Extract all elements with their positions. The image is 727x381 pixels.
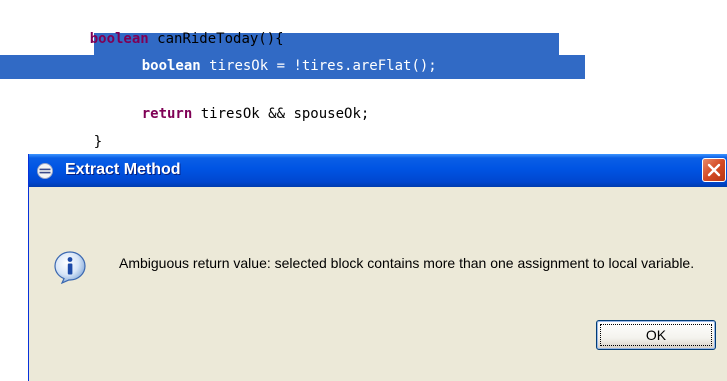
extract-method-dialog: Extract Method Ambiguous return value: s… xyxy=(28,154,727,381)
dialog-title: Extract Method xyxy=(65,161,181,178)
code-line-selected: boolean tiresOk = !tires.areFlat(); xyxy=(108,33,437,74)
code-text: } xyxy=(93,134,103,150)
code-line: return tiresOk && spouseOk; xyxy=(108,81,370,122)
info-icon xyxy=(53,250,87,285)
code-line: } xyxy=(60,109,102,150)
code-line: boolean canRideToday(){ xyxy=(56,6,284,47)
close-button[interactable] xyxy=(702,158,726,182)
code-keyword: return xyxy=(141,106,193,122)
code-line-selected: boolean spouseOk = !spouse.isUpset(); xyxy=(108,56,454,97)
dialog-message: Ambiguous return value: selected block c… xyxy=(119,255,695,271)
dialog-titlebar[interactable]: Extract Method xyxy=(29,154,727,187)
ok-button-label: OK xyxy=(645,327,667,343)
code-editor[interactable]: boolean canRideToday(){ boolean tiresOk … xyxy=(0,0,727,150)
code-text: tiresOk && spouseOk; xyxy=(192,106,370,122)
close-icon xyxy=(707,163,721,177)
eclipse-refactor-icon xyxy=(37,163,53,179)
ok-button[interactable]: OK xyxy=(596,320,716,350)
